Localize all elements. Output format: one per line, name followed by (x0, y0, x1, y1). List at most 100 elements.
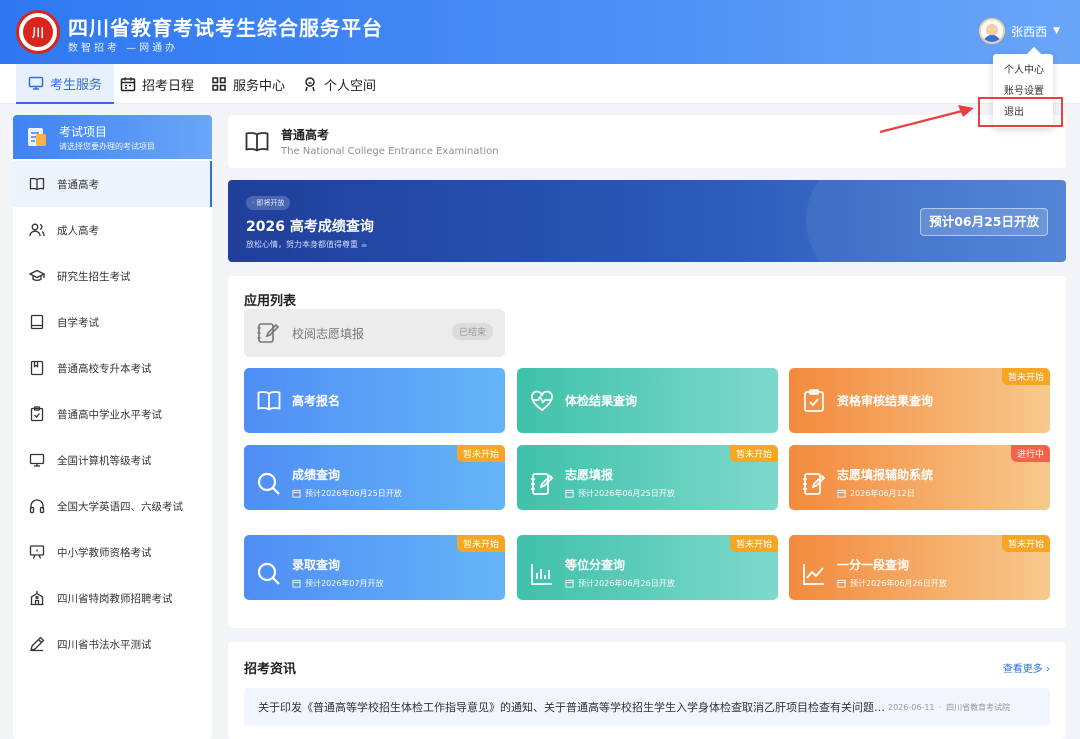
grid-icon (212, 77, 226, 91)
calendar-icon (292, 489, 301, 498)
graduation-cap-icon (29, 269, 45, 282)
sidebar-item-label: 中小学教师资格考试 (57, 546, 152, 559)
clipboard-icon (28, 128, 46, 146)
banner-subtitle: 放松心情，努力本身都值得尊重 ☕ (246, 240, 368, 249)
school-icon (30, 591, 44, 606)
app-ended-review[interactable]: 校阅志愿填报 已结束 (244, 309, 505, 357)
news-separator: · (936, 702, 945, 712)
app-tile-registration[interactable]: 高考报名 (244, 368, 505, 433)
site-title: 四川省教育考试考生综合服务平台 (68, 16, 383, 40)
app-date: 预计2026年06月25日开放 (292, 488, 402, 499)
sidebar-item-self-study[interactable]: 自学考试 (13, 299, 212, 345)
exam-name-en: The National College Entrance Examinatio… (281, 146, 499, 157)
section-title: 应用列表 (244, 294, 297, 309)
sidebar-item-academic-level[interactable]: 普通高中学业水平考试 (13, 391, 212, 437)
chevron-down-icon[interactable]: ▼ (1053, 26, 1060, 36)
app-label: 成绩查询 (292, 468, 341, 482)
nav-item-schedule[interactable]: 招考日程 (108, 64, 206, 104)
sidebar-subtitle: 请选择您要办理的考试项目 (59, 142, 155, 151)
banner-tag: · 即将开放 (246, 196, 291, 210)
book-icon (245, 132, 269, 152)
nav-item-student-service[interactable]: 考生服务 (16, 64, 115, 104)
sidebar-item-label: 全国计算机等级考试 (57, 454, 152, 467)
sidebar-item-adult-exam[interactable]: 成人高考 (13, 207, 212, 253)
app-tile-score-distribution[interactable]: 一分一段查询 预计2026年06月26日开放 暂未开始 (789, 535, 1050, 600)
app-label: 一分一段查询 (837, 558, 910, 572)
news-source: 四川省教育考试院 (946, 702, 1011, 712)
top-header: 川 四川省教育考试考生综合服务平台 数智招考 —网通办 张西西 ▼ (0, 0, 1080, 64)
user-icon (305, 77, 315, 92)
avatar[interactable] (979, 18, 1006, 44)
app-date: 预计2026年07月开放 (292, 578, 384, 589)
nav-label: 服务中心 (233, 78, 286, 94)
monitor-icon (28, 76, 44, 90)
status-badge: 暂未开始 (456, 445, 505, 462)
search-icon (257, 562, 280, 585)
edit-notebook-icon (531, 473, 554, 495)
sidebar-item-postgraduate[interactable]: 研究生招生考试 (13, 253, 212, 299)
status-badge: 进行中 (1010, 445, 1050, 462)
sidebar-item-teacher-cert[interactable]: 中小学教师资格考试 (13, 529, 212, 575)
book-icon (257, 391, 281, 411)
news-item[interactable]: 关于印发《普通高等学校招生体检工作指导意见》的通知、关于普通高等学校招生学生入学… (244, 688, 1050, 726)
exam-name: 普通高考 (281, 128, 330, 142)
sidebar-item-special-teacher[interactable]: 四川省特岗教师招聘考试 (13, 575, 212, 621)
score-query-banner[interactable]: · 即将开放 2026 高考成绩查询 放松心情，努力本身都值得尊重 ☕ 预计06… (228, 180, 1066, 262)
logo-mark: 川 (23, 17, 53, 47)
app-label: 志愿填报 (565, 468, 614, 482)
bar-chart-icon (531, 564, 552, 585)
app-label: 高考报名 (292, 394, 341, 408)
app-date: 预计2026年06月25日开放 (565, 488, 675, 499)
menu-item-profile[interactable]: 个人中心 (993, 60, 1053, 81)
view-more-link[interactable]: 查看更多 › (1003, 660, 1050, 675)
nav-label: 招考日程 (142, 78, 195, 94)
app-tile-health-check[interactable]: 体检结果查询 (517, 368, 778, 433)
app-tile-volunteer-assist[interactable]: 志愿填报辅助系统 2026年06月12日 进行中 (789, 445, 1050, 510)
line-chart-icon (803, 564, 824, 585)
app-date-text: 预计2026年07月开放 (305, 579, 384, 588)
user-menu-trigger[interactable]: 张西西 ▼ (979, 18, 1060, 44)
sidebar-item-label: 自学考试 (57, 316, 99, 329)
app-tile-equivalent-score[interactable]: 等位分查询 预计2026年06月26日开放 暂未开始 (517, 535, 778, 600)
app-tile-admission-query[interactable]: 录取查询 预计2026年07月开放 暂未开始 (244, 535, 505, 600)
app-label: 校阅志愿填报 (292, 327, 365, 341)
sidebar-item-label: 成人高考 (57, 224, 99, 237)
calendar-icon (292, 579, 301, 588)
calendar-icon (837, 489, 846, 498)
clipboard-check-icon (804, 389, 824, 412)
sidebar-item-label: 四川省特岗教师招聘考试 (57, 592, 173, 605)
status-badge: 暂未开始 (456, 535, 505, 552)
sidebar-item-upgrade-exam[interactable]: 普通高校专升本考试 (13, 345, 212, 391)
app-date: 预计2026年06月26日开放 (565, 578, 675, 589)
logout-highlight-box (978, 97, 1063, 127)
app-tile-score-query[interactable]: 成绩查询 预计2026年06月25日开放 暂未开始 (244, 445, 505, 510)
app-tile-volunteer-fill[interactable]: 志愿填报 预计2026年06月25日开放 暂未开始 (517, 445, 778, 510)
user-name[interactable]: 张西西 (1011, 23, 1047, 40)
app-date-text: 预计2026年06月25日开放 (305, 489, 402, 498)
news-section: 招考资讯 查看更多 › 关于印发《普通高等学校招生体检工作指导意见》的通知、关于… (228, 642, 1066, 739)
status-badge: 暂未开始 (1001, 535, 1050, 552)
sidebar-item-computer-rank[interactable]: 全国计算机等级考试 (13, 437, 212, 483)
app-date-text: 2026年06月12日 (850, 489, 915, 498)
nav-item-personal-space[interactable]: 个人空间 (290, 64, 388, 104)
app-date: 2026年06月12日 (837, 488, 915, 499)
nav-item-service-center[interactable]: 服务中心 (199, 64, 297, 104)
logo[interactable]: 川 (16, 10, 60, 54)
sidebar-item-calligraphy[interactable]: 四川省书法水平测试 (13, 621, 212, 667)
app-tile-qualification[interactable]: 资格审核结果查询 暂未开始 (789, 368, 1050, 433)
nav-label: 考生服务 (50, 77, 103, 93)
bookmark-icon (30, 360, 44, 376)
status-badge: 暂未开始 (729, 445, 778, 462)
news-title[interactable]: 关于印发《普通高等学校招生体检工作指导意见》的通知、关于普通高等学校招生学生入学… (258, 699, 886, 715)
nav-label: 个人空间 (324, 78, 377, 94)
main-nav: 考生服务 招考日程 服务中心 个人空间 (0, 64, 1080, 104)
app-date-text: 预计2026年06月25日开放 (578, 489, 675, 498)
sidebar-item-gaokao[interactable]: 普通高考 (13, 161, 212, 207)
sidebar-item-cet[interactable]: 全国大学英语四、六级考试 (13, 483, 212, 529)
open-date-button[interactable]: 预计06月25日开放 (920, 208, 1048, 236)
news-date: 2026-06-11 (888, 702, 935, 712)
status-badge: 暂未开始 (729, 535, 778, 552)
app-date-text: 预计2026年06月26日开放 (578, 579, 675, 588)
sidebar-item-label: 研究生招生考试 (57, 270, 131, 283)
pen-icon (30, 636, 45, 652)
